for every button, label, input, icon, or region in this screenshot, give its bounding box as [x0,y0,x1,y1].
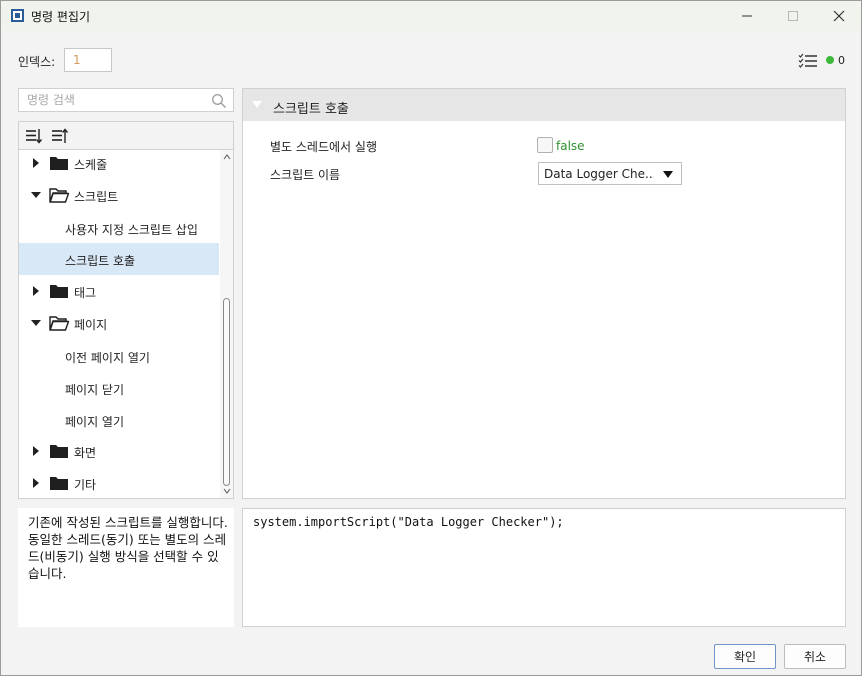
command-editor-window: 명령 편집기 인덱스: 0 [0,0,862,676]
cancel-button[interactable]: 취소 [784,644,846,669]
close-icon [833,10,845,22]
tree-item-label: 페이지 열기 [65,415,125,429]
script-name-label: 스크립트 이름 [270,168,341,182]
scrollbar-thumb[interactable] [223,298,230,486]
app-icon [11,9,24,22]
properties-panel: 스크립트 호출 별도 스레드에서 실행 false 스크립트 이름 Data L… [242,88,846,499]
chevron-down-icon[interactable] [31,190,41,200]
title-bar: 명령 편집기 [1,1,861,31]
chevron-right-icon[interactable] [31,158,41,168]
folder-open-icon [49,188,69,203]
folder-open-icon [49,316,69,331]
tree-folder-page[interactable]: 페이지 [19,307,219,339]
index-label: 인덱스: [18,55,56,69]
search-icon[interactable] [211,93,227,109]
tree-folder-tag[interactable]: 태그 [19,275,219,307]
chevron-right-icon[interactable] [31,478,41,488]
sort-ascending-icon[interactable] [25,127,43,145]
script-name-value: Data Logger Che... [544,167,654,181]
ok-button[interactable]: 확인 [714,644,776,669]
description-text: 기존에 작성된 스크립트를 실행합니다. 동일한 스레드(동기) 또는 별도의 … [28,515,228,581]
tree-item-close-page[interactable]: 페이지 닫기 [19,372,219,404]
window-title: 명령 편집기 [31,10,91,24]
folder-icon [50,285,68,298]
tree-folder-schedule[interactable]: 스케줄 [19,150,219,179]
command-tree: 스케줄 스크립트 사용자 지정 스크립트 삽입 스크립트 호출 태그 페이지 이… [18,149,234,499]
tree-item-label: 사용자 지정 스크립트 삽입 [65,223,198,237]
tree-item-label: 기타 [74,478,97,492]
tree-item-label: 스크립트 호출 [65,254,136,268]
maximize-icon [788,11,798,21]
tree-folder-other[interactable]: 기타 [19,467,219,498]
tree-item-label: 스크립트 [74,190,119,204]
code-text: system.importScript("Data Logger Checker… [253,515,564,529]
chevron-down-icon[interactable] [31,318,41,328]
tree-toolbar [18,121,234,149]
separate-thread-value: false [556,139,585,153]
separate-thread-checkbox[interactable] [537,137,553,153]
command-search [18,88,234,112]
status-indicator-dot [826,56,834,64]
separate-thread-label: 별도 스레드에서 실행 [270,140,377,154]
folder-icon [50,477,68,490]
tree-folder-screen[interactable]: 화면 [19,435,219,467]
properties-header[interactable]: 스크립트 호출 [243,89,845,121]
chevron-right-icon[interactable] [31,446,41,456]
tree-item-open-page[interactable]: 페이지 열기 [19,404,219,436]
minimize-icon [742,15,752,17]
folder-icon [50,157,68,170]
sort-descending-icon[interactable] [51,127,69,145]
tree-item-call-script[interactable]: 스크립트 호출 [19,243,219,275]
maximize-button[interactable] [770,1,816,31]
properties-title: 스크립트 호출 [273,102,349,117]
dropdown-caret-icon [663,171,673,178]
script-name-select[interactable]: Data Logger Che... [538,162,682,185]
tree-item-label: 이전 페이지 열기 [65,351,150,365]
description-panel: 기존에 작성된 스크립트를 실행합니다. 동일한 스레드(동기) 또는 별도의 … [18,508,234,627]
tree-item-label: 화면 [74,446,97,460]
close-button[interactable] [816,1,862,31]
tree-item-label: 페이지 [74,318,108,332]
tree-item-insert-custom-script[interactable]: 사용자 지정 스크립트 삽입 [19,212,219,244]
folder-icon [50,445,68,458]
tree-scrollbar[interactable] [220,150,233,498]
tree-item-label: 스케줄 [74,158,108,172]
scroll-up-icon[interactable] [223,153,231,161]
command-search-input[interactable] [19,89,205,111]
index-input[interactable] [64,48,112,72]
tree-item-open-previous-page[interactable]: 이전 페이지 열기 [19,340,219,372]
scroll-down-icon[interactable] [223,487,231,495]
tree-item-label: 태그 [74,286,97,300]
minimize-button[interactable] [724,1,770,31]
collapse-caret-icon[interactable] [252,101,262,109]
tree-folder-script[interactable]: 스크립트 [19,179,219,211]
checklist-icon[interactable] [798,53,818,69]
tree-item-label: 페이지 닫기 [65,383,125,397]
status-count: 0 [838,54,845,67]
chevron-right-icon[interactable] [31,286,41,296]
code-preview: system.importScript("Data Logger Checker… [242,508,846,627]
